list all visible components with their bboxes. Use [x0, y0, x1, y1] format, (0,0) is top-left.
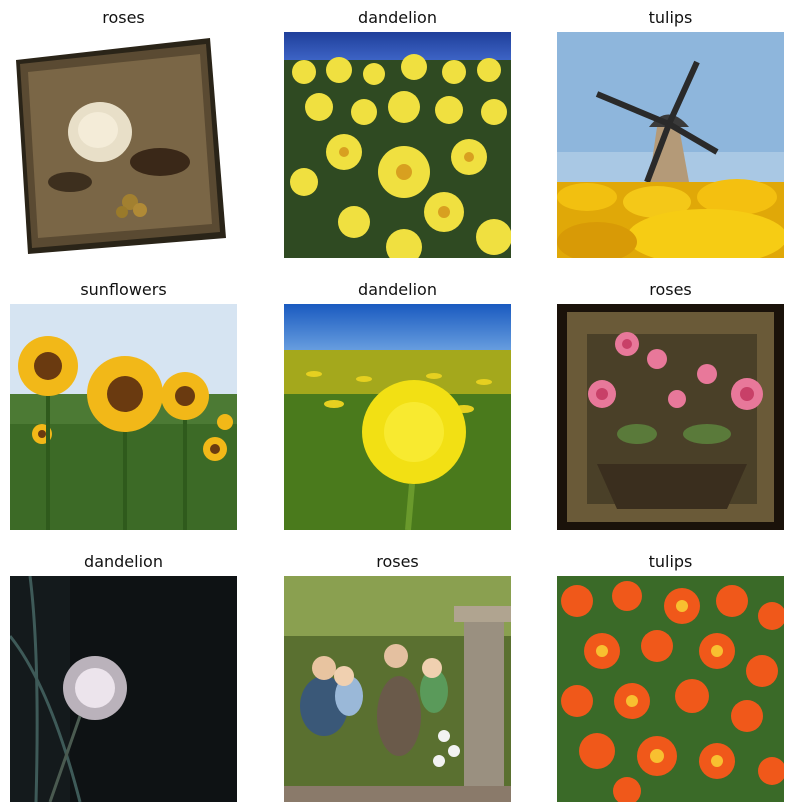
image-label: dandelion — [358, 280, 437, 299]
image-label: tulips — [648, 8, 693, 27]
image-label: roses — [649, 280, 692, 299]
flower-image-roses — [557, 304, 784, 530]
image-label: sunflowers — [80, 280, 167, 299]
flower-image-dandelion — [284, 32, 511, 258]
image-label: roses — [376, 552, 419, 571]
image-label: dandelion — [358, 8, 437, 27]
image-label: dandelion — [84, 552, 163, 571]
flower-image-roses — [284, 576, 511, 802]
flower-image-dandelion — [10, 576, 237, 802]
image-label: roses — [102, 8, 145, 27]
flower-image-tulips — [557, 576, 784, 802]
flower-image-tulips — [557, 32, 784, 258]
flower-image-dandelion — [284, 304, 511, 530]
flower-image-sunflowers — [10, 304, 237, 530]
flower-image-roses — [10, 32, 237, 258]
image-label: tulips — [648, 552, 693, 571]
